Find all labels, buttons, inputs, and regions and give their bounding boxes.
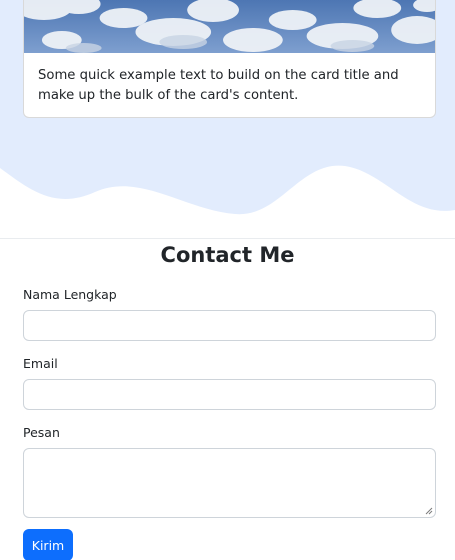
message-wrapper <box>23 448 436 518</box>
message-field[interactable] <box>23 448 436 518</box>
submit-button[interactable]: Kirim <box>23 529 73 560</box>
message-label: Pesan <box>23 425 60 440</box>
name-label: Nama Lengkap <box>23 287 117 302</box>
resize-grip-icon[interactable] <box>425 507 433 515</box>
contact-title: Contact Me <box>160 243 295 267</box>
section-wave-divider <box>0 165 455 240</box>
card-text: Some quick example text to build on the … <box>38 68 399 103</box>
card-image <box>24 0 435 53</box>
page: Some quick example text to build on the … <box>0 0 455 560</box>
projects-section: Some quick example text to build on the … <box>0 0 455 240</box>
email-field[interactable] <box>23 379 436 410</box>
email-label: Email <box>23 356 58 371</box>
name-field[interactable] <box>23 310 436 341</box>
contact-section: Contact Me Nama Lengkap Email Pesan Kiri… <box>0 238 455 560</box>
project-card: Some quick example text to build on the … <box>23 0 436 118</box>
